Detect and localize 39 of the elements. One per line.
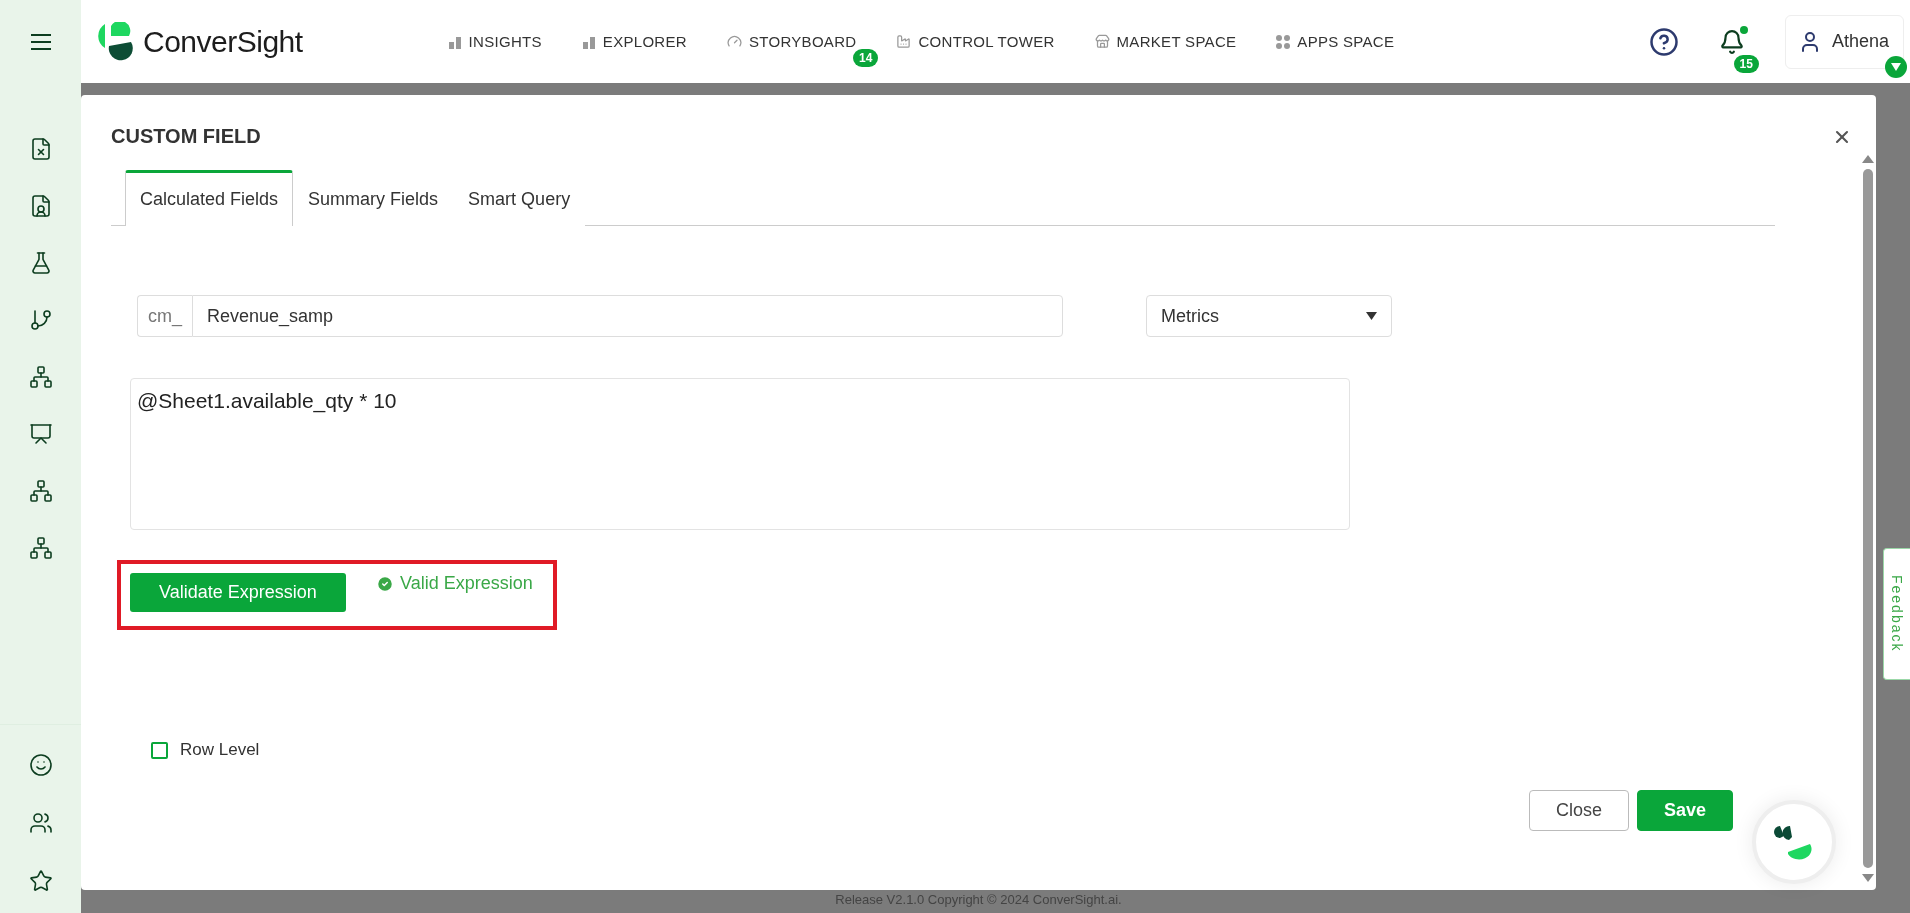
- nav-link[interactable]: MARKET SPACE: [1094, 33, 1237, 50]
- nav-link[interactable]: CONTROL TOWER: [896, 33, 1055, 50]
- dialog-title: CUSTOM FIELD: [111, 125, 261, 148]
- count-badge: 14: [853, 49, 879, 67]
- expression-input[interactable]: @Sheet1.available_qty * 10: [130, 378, 1350, 530]
- nav-link[interactable]: INSIGHTS: [447, 33, 542, 50]
- notification-count: 15: [1733, 54, 1759, 73]
- gauge-icon: [726, 34, 742, 49]
- dots-grid-icon: [1276, 34, 1291, 49]
- checkbox[interactable]: [151, 741, 168, 759]
- dropdown-icon: [1885, 55, 1907, 78]
- branch-icon[interactable]: [28, 308, 53, 332]
- factory-icon: [896, 34, 912, 49]
- name-input[interactable]: Revenue_samp: [192, 295, 1063, 337]
- presentation-chart-icon[interactable]: [28, 422, 53, 446]
- close-button[interactable]: Close: [1528, 790, 1629, 831]
- nav-link[interactable]: APPS SPACE: [1276, 33, 1395, 50]
- help-icon[interactable]: [1648, 26, 1679, 57]
- tab[interactable]: Calculated Fields: [125, 170, 294, 226]
- menu-icon[interactable]: [29, 32, 52, 51]
- logo-icon: [95, 21, 133, 62]
- notification-bell-icon[interactable]: [1718, 28, 1745, 55]
- bot-face-icon[interactable]: [28, 753, 53, 777]
- check-circle-icon: [376, 574, 394, 593]
- bar-chart-icon: [581, 34, 596, 49]
- caret-icon: [1366, 312, 1377, 320]
- bar-chart-icon: [447, 34, 462, 49]
- star-icon[interactable]: [28, 869, 53, 893]
- sitemap-icon[interactable]: [28, 479, 53, 503]
- brand-name: ConverSight: [143, 24, 303, 59]
- nav-link[interactable]: STORYBOARD: [726, 33, 857, 50]
- sitemap-icon[interactable]: [28, 536, 53, 560]
- type-select[interactable]: Metrics: [1146, 295, 1392, 337]
- nav-link[interactable]: EXPLORER: [581, 33, 687, 50]
- users-icon[interactable]: [28, 811, 53, 835]
- sitemap-icon[interactable]: [28, 365, 53, 389]
- store-icon: [1094, 34, 1110, 49]
- validation-status: Valid Expression: [376, 573, 533, 594]
- checkbox-label: Row Level: [180, 740, 260, 760]
